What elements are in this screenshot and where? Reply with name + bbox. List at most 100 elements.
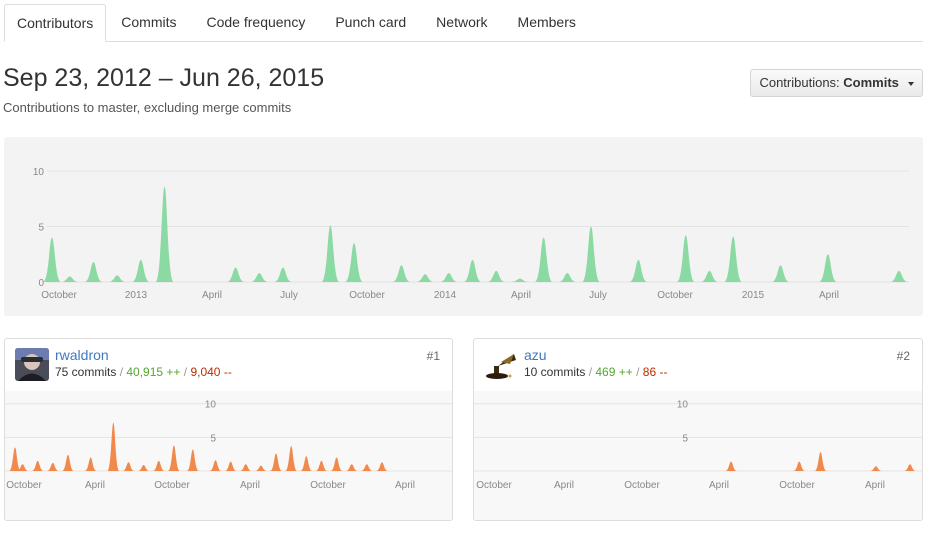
x-tick-label: April [709, 480, 729, 491]
y-tick-label: 5 [682, 433, 688, 444]
stats-separator: / [636, 365, 643, 379]
contributor-chart-svg: 10 5 October April October April October April [474, 400, 922, 491]
area-peak [360, 464, 373, 471]
area-peak [137, 464, 150, 471]
tab-code-frequency[interactable]: Code frequency [192, 4, 321, 42]
contributor-rank: #2 [896, 349, 910, 363]
area-peak [60, 276, 79, 282]
tab-network[interactable]: Network [421, 4, 502, 42]
tab-commits[interactable]: Commits [106, 4, 191, 42]
area-peak [869, 466, 882, 471]
area-peak [629, 259, 648, 282]
area-peak [209, 460, 222, 471]
avatar[interactable] [15, 348, 49, 381]
area-peak [890, 270, 908, 282]
x-tick-label: October [624, 480, 660, 491]
area-peak [226, 267, 245, 282]
tab-contributors[interactable]: Contributors [4, 4, 107, 42]
x-tick-label: October [657, 290, 693, 301]
x-tick-label: 2015 [742, 290, 765, 301]
contributor-card-header: azu 10 commits / 469 ++ / 86 -- #2 [474, 339, 922, 391]
x-tick-label: October [779, 480, 815, 491]
area-peak [818, 254, 837, 282]
area-peak [534, 237, 553, 282]
area-peak [254, 465, 267, 471]
area-peak [376, 462, 388, 471]
area-peak [904, 464, 916, 471]
contributions-chart[interactable]: 10 5 0 October 2013 April July October 2014 April… [4, 137, 923, 316]
contributor-chart-svg: 10 5 October April October April October April [5, 400, 452, 491]
x-tick-label: October [154, 480, 190, 491]
area-peak [107, 422, 120, 471]
contributions-select-button[interactable]: Contributions: Commits [750, 69, 923, 97]
y-tick-label: 10 [205, 400, 217, 411]
area-peak [793, 461, 806, 471]
area-peak [131, 259, 150, 282]
date-range-title: Sep 23, 2012 – Jun 26, 2015 [3, 64, 325, 92]
area-peak [558, 273, 577, 282]
area-peak [186, 449, 199, 471]
contributor-name-link[interactable]: azu [524, 347, 547, 363]
area-peak [250, 273, 269, 282]
avatar[interactable] [484, 348, 518, 381]
area-peak [108, 275, 127, 282]
area-peak [582, 226, 600, 282]
contributor-card-2: azu 10 commits / 469 ++ / 86 -- #2 10 5 Oc… [473, 338, 923, 521]
y-tick-label: 5 [38, 223, 44, 234]
x-tick-label: April [240, 480, 260, 491]
area-peak [321, 225, 340, 282]
contributions-select-value: Commits [843, 75, 899, 90]
contributor-card-header: rwaldron 75 commits / 40,915 ++ / 9,040 … [5, 339, 452, 391]
area-peak [676, 235, 695, 282]
x-tick-label: July [280, 290, 298, 301]
area-peak [84, 262, 103, 282]
area-peak [9, 447, 21, 471]
area-peak [155, 186, 174, 282]
area-peak [330, 457, 343, 471]
area-peak [771, 265, 790, 282]
area-peak [31, 460, 44, 471]
area-peak [487, 270, 506, 282]
x-tick-label: October [476, 480, 512, 491]
x-tick-label: April [554, 480, 574, 491]
tab-members[interactable]: Members [503, 4, 591, 42]
area-peak [274, 267, 292, 282]
area-peak [416, 274, 435, 282]
contributions-select-label: Contributions: [759, 75, 840, 90]
area-peak [46, 462, 59, 471]
contributor-card-1: rwaldron 75 commits / 40,915 ++ / 9,040 … [4, 338, 453, 521]
y-tick-label: 5 [210, 433, 216, 444]
area-peak [724, 236, 743, 282]
contributor-chart: 10 5 October April October April October April [5, 391, 452, 520]
y-tick-label: 10 [33, 167, 45, 178]
area-peak [345, 243, 364, 282]
x-tick-label: April [202, 290, 222, 301]
area-peak [61, 454, 74, 471]
x-tick-label: April [85, 480, 105, 491]
area-peak [345, 464, 358, 471]
x-tick-label: October [349, 290, 385, 301]
caret-down-icon [907, 81, 914, 86]
tab-punch-card[interactable]: Punch card [320, 4, 421, 42]
x-tick-label: October [6, 480, 42, 491]
area-peak [43, 237, 61, 282]
deletions-count: 9,040 -- [190, 365, 232, 379]
contributor-rank: #1 [426, 349, 440, 363]
area-peak [315, 460, 328, 471]
x-tick-label: April [395, 480, 415, 491]
area-peak [152, 460, 165, 471]
area-peak [224, 461, 237, 471]
area-peak [300, 456, 313, 471]
contributor-stats: 10 commits / 469 ++ / 86 -- [524, 365, 667, 379]
area-peak [122, 462, 135, 471]
y-tick-label: 0 [38, 278, 44, 289]
area-peak [84, 457, 97, 471]
deletions-count: 86 -- [642, 365, 668, 379]
area-peak [167, 445, 180, 471]
x-tick-label: October [41, 290, 77, 301]
contributor-name-link[interactable]: rwaldron [55, 347, 109, 363]
commit-count: 75 commits [55, 365, 117, 379]
contributions-chart-svg: 1050October 2013 April July October 2014 April… [33, 167, 909, 301]
contributor-chart: 10 5 October April October April October April [474, 391, 922, 520]
area-peak [700, 270, 719, 282]
